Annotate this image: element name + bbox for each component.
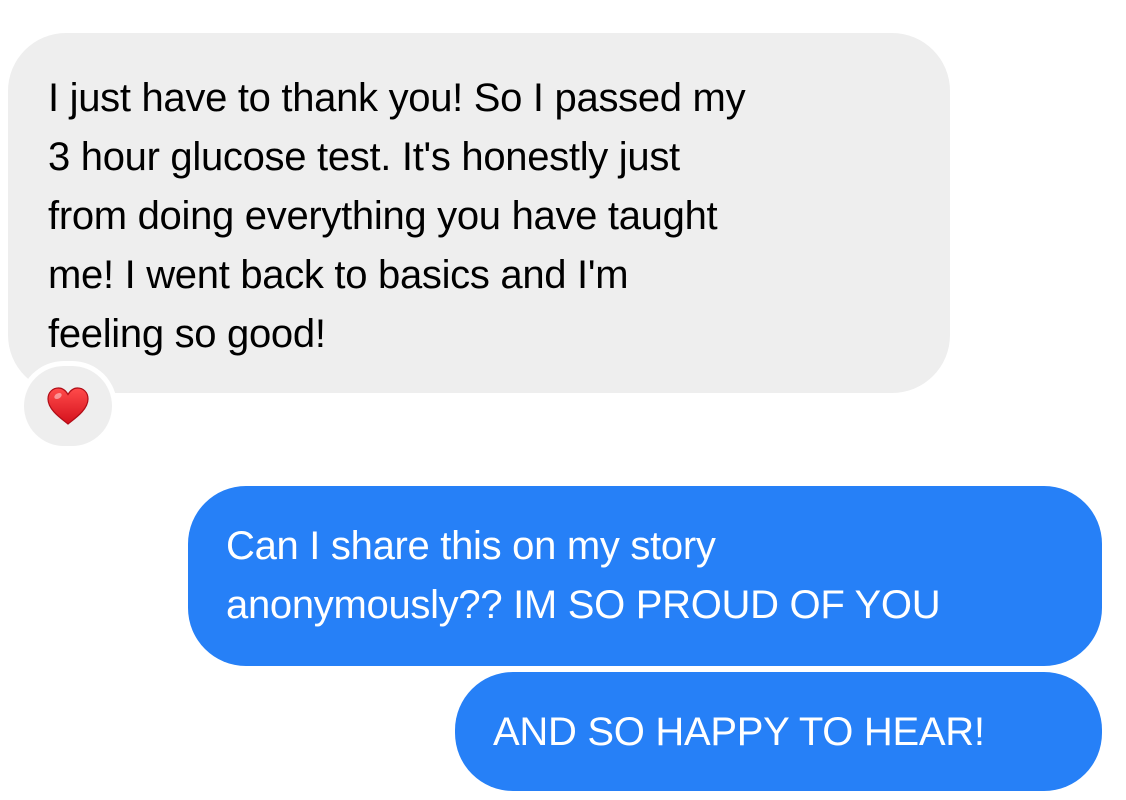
heart-icon (47, 387, 89, 425)
message-thread: I just have to thank you! So I passed my… (0, 0, 1126, 800)
incoming-message-bubble[interactable]: I just have to thank you! So I passed my… (8, 33, 950, 393)
outgoing-message-bubble[interactable]: AND SO HAPPY TO HEAR! (455, 672, 1102, 791)
outgoing-message-bubble[interactable]: Can I share this on my story anonymously… (188, 486, 1102, 666)
reaction-badge[interactable] (24, 366, 112, 446)
